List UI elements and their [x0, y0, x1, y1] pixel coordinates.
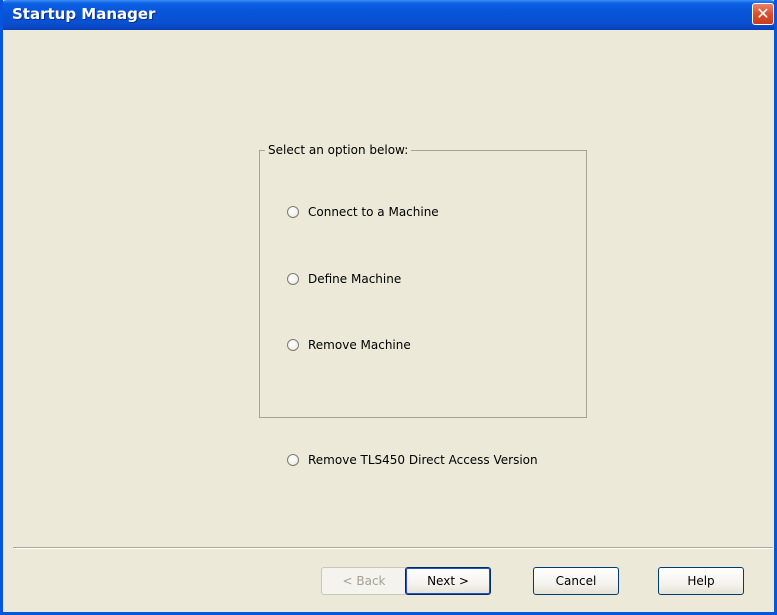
help-button[interactable]: Help [658, 567, 744, 595]
radio-label: Connect to a Machine [308, 205, 439, 219]
next-button[interactable]: Next > [405, 567, 491, 595]
radio-button-icon[interactable] [287, 273, 299, 285]
startup-manager-window: Startup Manager ✕ Select an option below… [0, 0, 777, 615]
radio-button-icon[interactable] [287, 206, 299, 218]
close-icon: ✕ [756, 4, 770, 23]
radio-label: Remove Machine [308, 338, 411, 352]
close-button[interactable]: ✕ [752, 3, 774, 25]
cancel-button[interactable]: Cancel [533, 567, 619, 595]
radio-label: Define Machine [308, 272, 402, 286]
radio-button-icon[interactable] [287, 339, 299, 351]
groupbox-legend: Select an option below: [265, 143, 412, 157]
radio-remove-tls450-direct-access[interactable]: Remove TLS450 Direct Access Version [287, 451, 538, 469]
radio-remove-machine[interactable]: Remove Machine [287, 336, 411, 354]
bottom-separator [13, 547, 773, 549]
window-title: Startup Manager [12, 5, 156, 23]
radio-label: Remove TLS450 Direct Access Version [308, 453, 538, 467]
title-bar[interactable]: Startup Manager ✕ [3, 0, 774, 30]
back-button[interactable]: < Back [321, 567, 407, 595]
radio-define-machine[interactable]: Define Machine [287, 270, 401, 288]
radio-connect-to-machine[interactable]: Connect to a Machine [287, 203, 439, 221]
radio-button-icon[interactable] [287, 454, 299, 466]
